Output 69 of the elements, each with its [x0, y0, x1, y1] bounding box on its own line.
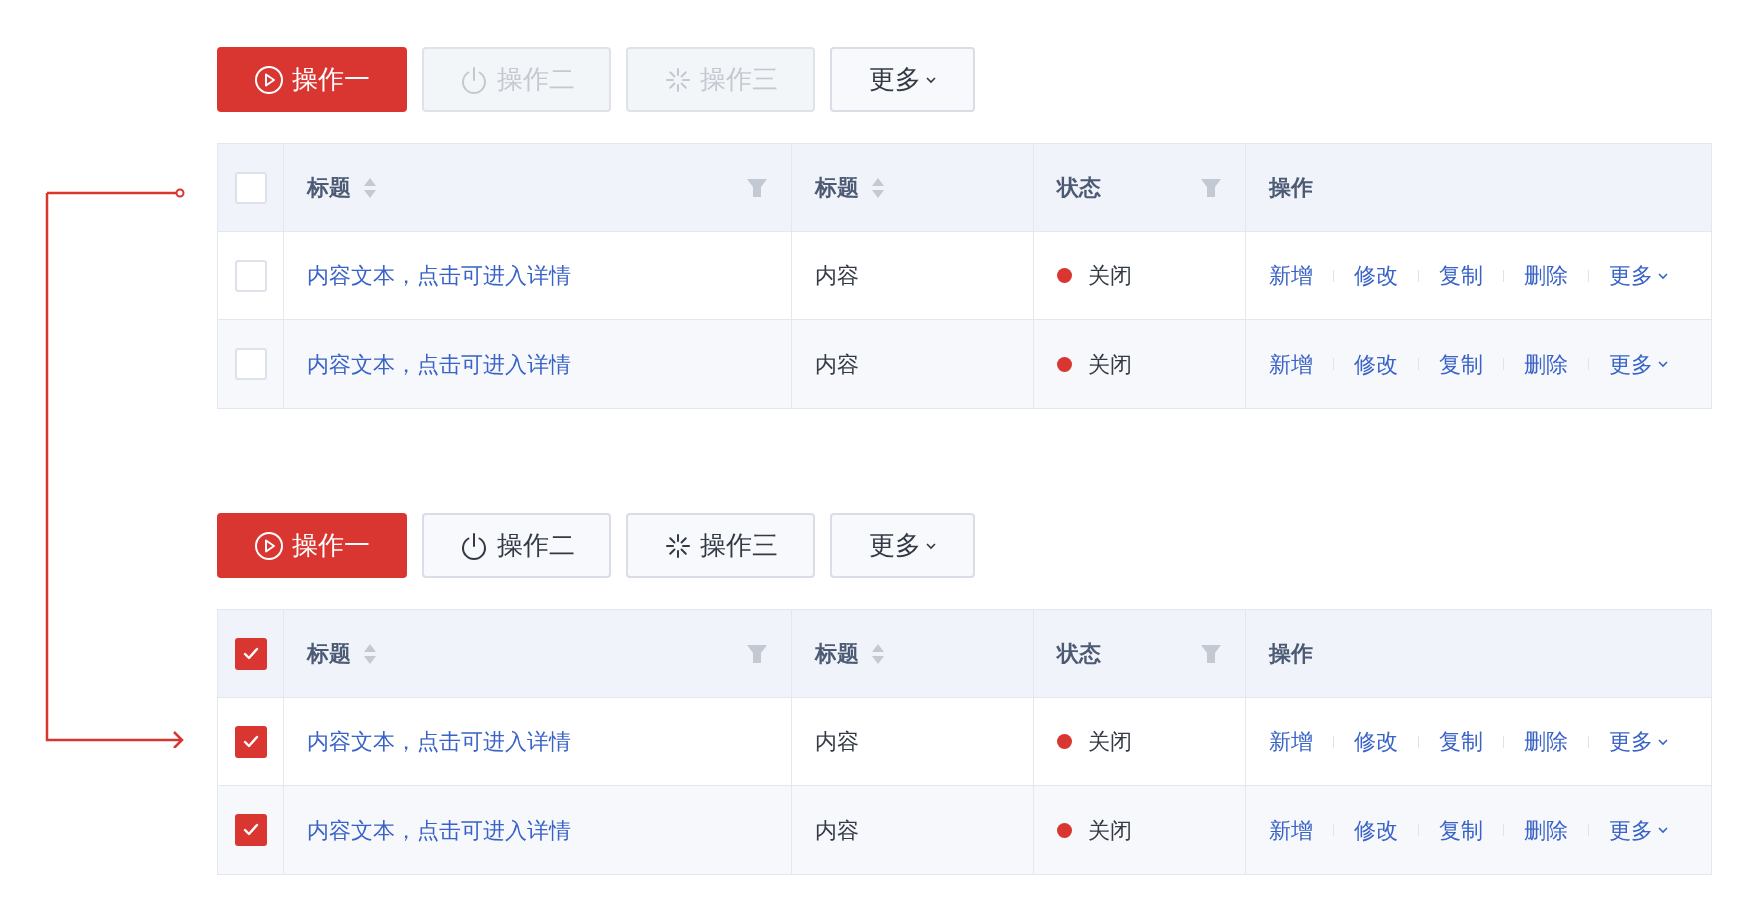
column-header: 状态 — [1057, 174, 1101, 202]
status-text: 关闭 — [1088, 728, 1132, 756]
column-header: 标题 — [307, 640, 351, 668]
action-link[interactable]: 新增 — [1269, 813, 1313, 847]
title-link[interactable]: 内容文本，点击可进入详情 — [307, 725, 571, 758]
caret-icon — [924, 75, 937, 84]
check-icon — [242, 734, 259, 749]
column-header: 状态 — [1057, 640, 1101, 668]
caret-icon — [1657, 271, 1669, 280]
caret-icon — [1657, 826, 1669, 834]
status-text: 关闭 — [1088, 816, 1132, 845]
action-link[interactable]: 复制 — [1439, 259, 1483, 292]
column-header: 操作 — [1269, 174, 1313, 202]
filter-icon[interactable] — [746, 643, 768, 664]
status-text: 关闭 — [1088, 262, 1132, 290]
checkbox[interactable] — [234, 637, 267, 670]
title-link[interactable]: 内容文本，点击可进入详情 — [307, 813, 571, 847]
checkbox[interactable] — [234, 814, 267, 846]
action-link[interactable]: 修改 — [1354, 347, 1398, 381]
content-text: 内容 — [815, 728, 859, 756]
filter-icon[interactable] — [1200, 177, 1222, 198]
filter-icon[interactable] — [1200, 643, 1222, 664]
action-link[interactable]: 修改 — [1354, 259, 1398, 292]
caret-icon — [1657, 737, 1669, 746]
checkbox[interactable] — [234, 725, 267, 758]
checkbox[interactable] — [234, 171, 267, 204]
loading-icon — [663, 531, 692, 560]
checkbox[interactable] — [234, 259, 267, 292]
action-link[interactable]: 修改 — [1354, 813, 1398, 847]
play-icon — [254, 530, 284, 561]
checkbox[interactable] — [234, 348, 267, 380]
action-button[interactable]: 操作一 — [217, 47, 407, 112]
action-button[interactable]: 操作三 — [626, 513, 815, 578]
more-button[interactable]: 更多 — [830, 513, 975, 578]
title-link[interactable]: 内容文本，点击可进入详情 — [307, 259, 571, 292]
action-link[interactable]: 修改 — [1354, 725, 1398, 758]
action-link[interactable]: 删除 — [1524, 725, 1568, 758]
action-button[interactable]: 操作二 — [422, 513, 611, 578]
caret-icon — [1657, 360, 1669, 368]
action-link[interactable]: 复制 — [1439, 347, 1483, 381]
action-link[interactable]: 复制 — [1439, 725, 1483, 758]
action-link[interactable]: 删除 — [1524, 347, 1568, 381]
column-header: 标题 — [815, 174, 859, 202]
more-link[interactable]: 更多 — [1609, 813, 1669, 847]
play-icon — [254, 64, 284, 95]
action-link[interactable]: 复制 — [1439, 813, 1483, 847]
check-icon — [242, 646, 259, 661]
status-text: 关闭 — [1088, 350, 1132, 379]
more-link[interactable]: 更多 — [1609, 259, 1669, 292]
action-link[interactable]: 删除 — [1524, 813, 1568, 847]
more-link[interactable]: 更多 — [1609, 347, 1669, 381]
check-icon — [242, 823, 259, 837]
title-link[interactable]: 内容文本，点击可进入详情 — [307, 347, 571, 381]
column-header: 标题 — [815, 640, 859, 668]
content-text: 内容 — [815, 350, 859, 379]
action-button[interactable]: 操作一 — [217, 513, 407, 578]
content-text: 内容 — [815, 262, 859, 290]
column-header: 操作 — [1269, 640, 1313, 668]
action-link[interactable]: 新增 — [1269, 725, 1313, 758]
loading-icon — [663, 65, 692, 94]
content-text: 内容 — [815, 816, 859, 845]
more-link[interactable]: 更多 — [1609, 725, 1669, 758]
caret-icon — [924, 541, 937, 550]
column-header: 标题 — [307, 174, 351, 202]
filter-icon[interactable] — [746, 177, 768, 198]
more-button[interactable]: 更多 — [830, 47, 975, 112]
action-link[interactable]: 删除 — [1524, 259, 1568, 292]
action-link[interactable]: 新增 — [1269, 259, 1313, 292]
action-link[interactable]: 新增 — [1269, 347, 1313, 381]
